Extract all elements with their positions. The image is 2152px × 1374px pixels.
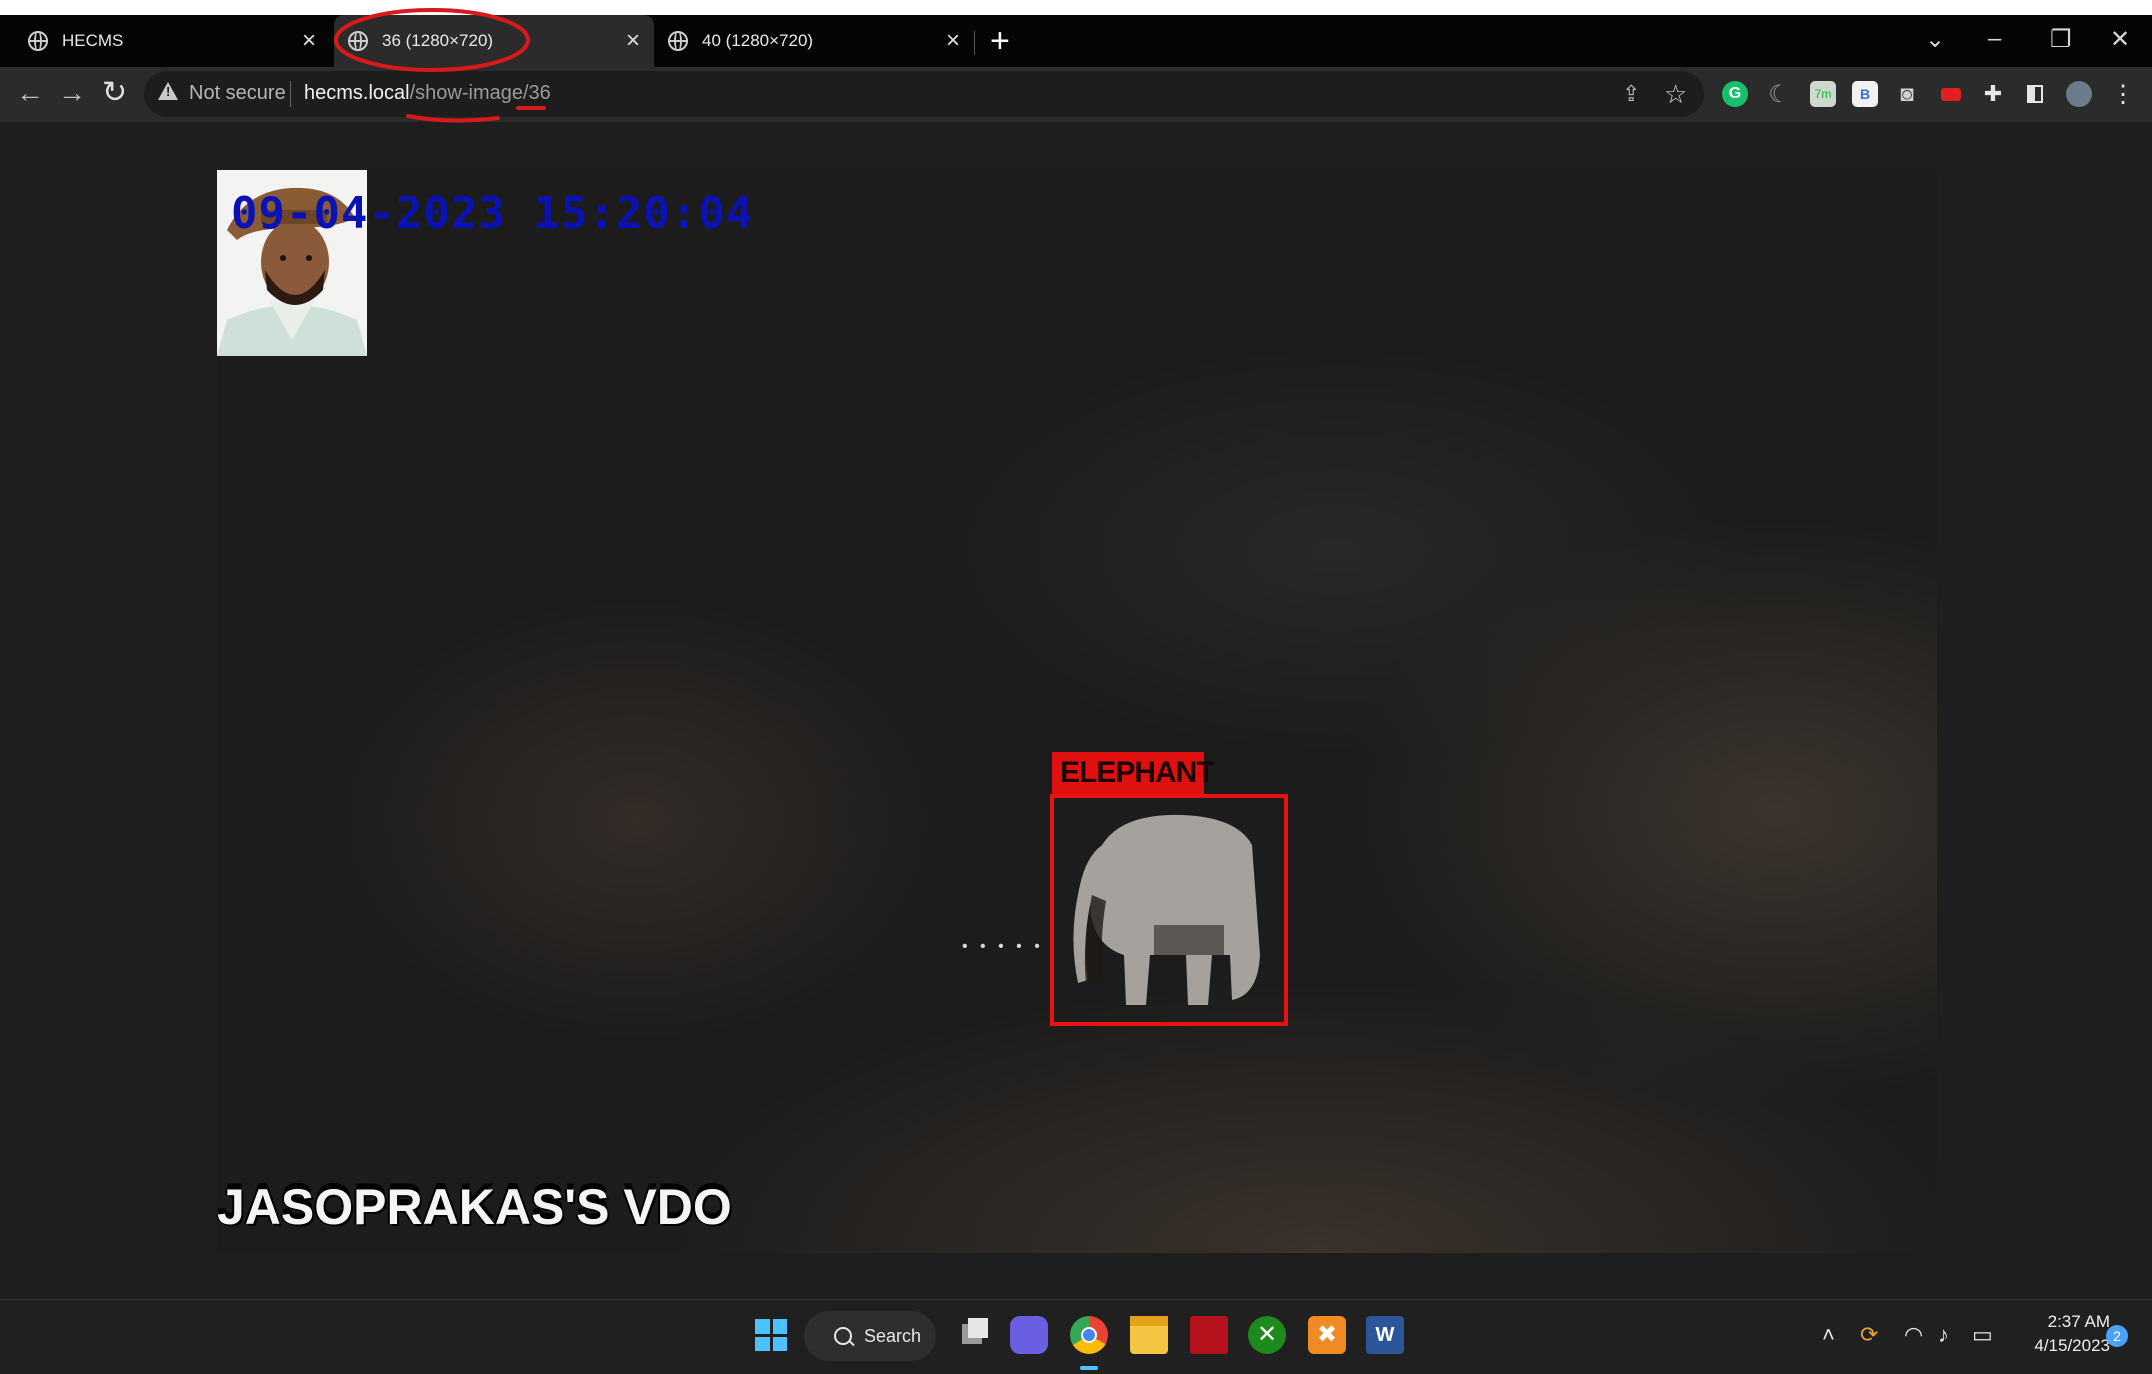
windows-start-icon[interactable] [752,1316,790,1354]
sync-icon[interactable]: ⟳ [1860,1322,1878,1348]
battery-icon[interactable]: ▭ [1972,1322,1993,1348]
taskbar-search-label: Search [864,1325,922,1346]
chrome-icon[interactable] [1070,1316,1108,1354]
detection-bounding-box [1050,794,1288,1026]
app-icon[interactable] [1190,1316,1228,1354]
volume-icon[interactable]: ♪ [1938,1322,1949,1348]
wifi-icon[interactable]: ◠ [1904,1322,1923,1348]
taskbar-search-button[interactable]: Search [804,1311,936,1361]
detection-label: ELEPHANT [1052,752,1215,794]
taskbar: Search ✕ ✖ W ˄ ⟳ ◠ ♪ ▭ 2:37 AM 4/15/2023… [0,1299,2152,1374]
red-annotation-marks [334,8,546,123]
frame-timestamp: 09-04-2023 15:20:04 [231,188,754,239]
word-icon[interactable]: W [1366,1316,1404,1354]
distant-lights: • • • • • [962,938,1044,955]
page-viewport: 09-04-2023 15:20:04 • • • • • ELEPHANT J… [0,122,2152,1299]
camera-frame-image: 09-04-2023 15:20:04 • • • • • ELEPHANT J… [217,170,1937,1253]
chat-icon[interactable] [1010,1316,1048,1354]
active-app-indicator [1080,1366,1098,1370]
show-hidden-icons-chevron[interactable]: ˄ [1822,1322,1835,1348]
system-clock[interactable]: 2:37 AM 4/15/2023 [2000,1310,2110,1358]
clock-time: 2:37 AM [2047,1312,2110,1331]
file-explorer-icon[interactable] [1130,1316,1168,1354]
xampp-icon[interactable]: ✖ [1308,1316,1346,1354]
notification-badge[interactable]: 2 [2106,1325,2128,1347]
search-icon [834,1327,852,1345]
video-watermark: JASOPRAKAS'S VDO [217,1179,732,1235]
xbox-icon[interactable]: ✕ [1248,1316,1286,1354]
clock-date: 4/15/2023 [2034,1336,2110,1355]
task-view-icon[interactable] [954,1316,992,1354]
